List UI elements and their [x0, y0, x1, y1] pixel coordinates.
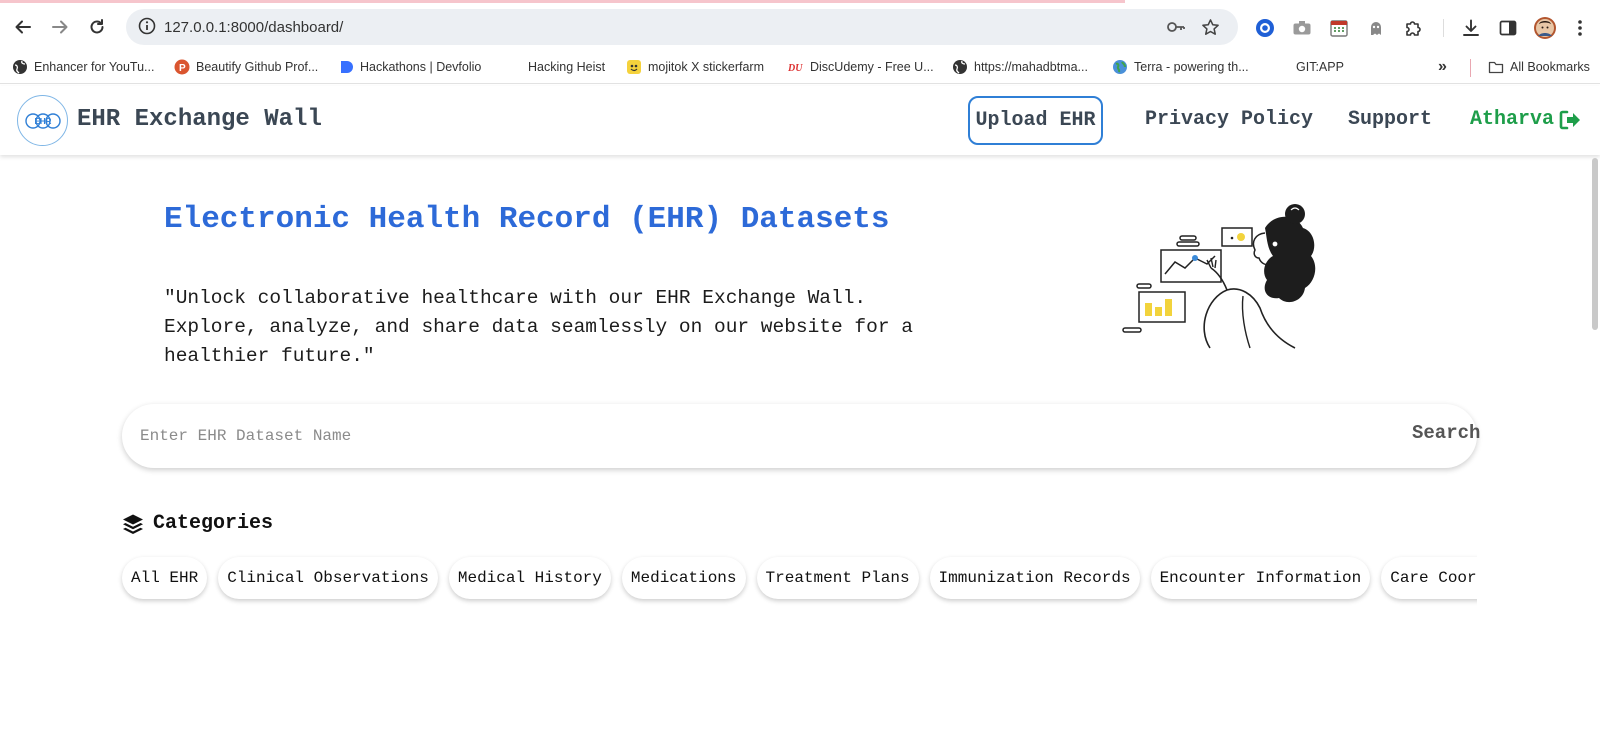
reload-icon[interactable] — [84, 14, 110, 40]
globe-icon — [13, 60, 27, 74]
calendar-extension-icon[interactable] — [1327, 16, 1351, 40]
page-title: Electronic Health Record (EHR) Datasets — [164, 202, 890, 237]
bookmark-item[interactable]: https://mahadbtma... — [952, 56, 1088, 78]
brand-title[interactable]: EHR Exchange Wall — [77, 106, 322, 133]
toolbar-divider — [1443, 19, 1444, 37]
browser-menu-icon[interactable] — [1568, 16, 1592, 40]
category-chip-treatment-plans[interactable]: Treatment Plans — [756, 557, 919, 599]
category-chip-clinical-observations[interactable]: Clinical Observations — [218, 557, 438, 599]
bookmark-item[interactable]: Hacking Heist — [506, 56, 605, 78]
search-button[interactable]: Search — [1412, 422, 1480, 444]
camera-icon[interactable] — [1290, 16, 1314, 40]
all-bookmarks-label: All Bookmarks — [1510, 60, 1590, 74]
category-chip-immunization-records[interactable]: Immunization Records — [929, 557, 1140, 599]
upload-ehr-button[interactable]: Upload EHR — [968, 96, 1103, 145]
logo-text: EHR — [34, 117, 51, 126]
globe-icon — [953, 60, 967, 74]
bookmark-item[interactable]: GIT:APP — [1274, 56, 1344, 78]
ghost-extension-icon[interactable] — [1364, 16, 1388, 40]
mojitok-icon — [627, 60, 641, 74]
user-logout-link[interactable]: Atharva — [1470, 108, 1582, 131]
side-panel-icon[interactable] — [1496, 16, 1520, 40]
category-chip-encounter-information[interactable]: Encounter Information — [1150, 557, 1371, 599]
app-navbar: EHR EHR Exchange Wall Upload EHR Privacy… — [0, 86, 1600, 155]
devfolio-icon — [341, 61, 353, 73]
category-chips-scroller[interactable]: All EHR Clinical Observations Medical Hi… — [116, 552, 1477, 610]
bookmark-label: https://mahadbtma... — [974, 60, 1088, 74]
username: Atharva — [1470, 108, 1555, 131]
extension-circle-icon[interactable] — [1253, 16, 1277, 40]
bookmark-label: Terra - powering th... — [1134, 60, 1249, 74]
bookmark-label: Hackathons | Devfolio — [360, 60, 482, 74]
dataset-search-bar: Search — [122, 404, 1480, 468]
ehr-logo-icon: EHR — [24, 112, 61, 129]
bookmark-label: GIT:APP — [1296, 60, 1344, 74]
all-bookmarks-folder[interactable]: All Bookmarks — [1488, 56, 1590, 78]
bookmark-item[interactable]: DU DiscUdemy - Free U... — [788, 56, 934, 78]
address-bar[interactable]: 127.0.0.1:8000/dashboard/ — [126, 9, 1238, 45]
discudemy-icon: DU — [788, 63, 803, 74]
dataset-search-input[interactable] — [140, 418, 1240, 454]
category-chip-all-ehr[interactable]: All EHR — [122, 557, 208, 599]
data-analyst-illustration — [1122, 204, 1316, 349]
terra-earth-icon — [1113, 60, 1127, 74]
svg-text:P: P — [179, 63, 186, 74]
bookmark-label: mojitok X stickerfarm — [648, 60, 764, 74]
bookmark-label: DiscUdemy - Free U... — [810, 60, 934, 74]
url-text[interactable]: 127.0.0.1:8000/dashboard/ — [164, 19, 343, 36]
bookmark-label: Enhancer for YouTu... — [34, 60, 155, 74]
bookmarks-bar: Enhancer for YouTu... P Beautify Github … — [0, 51, 1600, 84]
layers-icon — [123, 514, 143, 534]
back-arrow-icon[interactable] — [10, 14, 36, 40]
bookmark-label: Hacking Heist — [528, 60, 606, 74]
ehr-logo[interactable]: EHR — [17, 95, 68, 146]
folder-icon — [1488, 61, 1504, 74]
categories-heading-label: Categories — [153, 512, 274, 535]
bookmarks-divider — [1470, 59, 1471, 77]
privacy-policy-link[interactable]: Privacy Policy — [1145, 108, 1313, 131]
forward-arrow-icon[interactable] — [47, 14, 73, 40]
more-bookmarks-chevron-icon[interactable]: » — [1438, 56, 1447, 78]
profile-avatar-icon[interactable] — [1533, 16, 1557, 40]
bookmark-item[interactable]: Terra - powering th... — [1112, 56, 1249, 78]
hero-description: "Unlock collaborative healthcare with ou… — [164, 287, 913, 367]
category-chips: All EHR Clinical Observations Medical Hi… — [122, 557, 1477, 599]
category-chip-medical-history[interactable]: Medical History — [448, 557, 611, 599]
category-chip-medications[interactable]: Medications — [621, 557, 746, 599]
product-hunt-icon: P — [174, 59, 190, 75]
bookmark-label: Beautify Github Prof... — [196, 60, 319, 74]
site-info-icon[interactable] — [138, 17, 156, 40]
bookmark-item[interactable]: Hackathons | Devfolio — [338, 56, 481, 78]
star-icon[interactable] — [1201, 18, 1220, 42]
svg-text:DU: DU — [788, 63, 803, 74]
support-link[interactable]: Support — [1348, 108, 1432, 131]
download-icon[interactable] — [1459, 16, 1483, 40]
key-icon[interactable] — [1166, 18, 1186, 41]
category-chip-care-coordination[interactable]: Care Coordination — [1381, 557, 1477, 599]
bookmark-item[interactable]: Enhancer for YouTu... — [12, 56, 154, 78]
logout-icon — [1559, 110, 1581, 129]
bookmark-item[interactable]: mojitok X stickerfarm — [626, 56, 764, 78]
page-scrollbar-thumb[interactable] — [1592, 158, 1598, 330]
browser-toolbar: 127.0.0.1:8000/dashboard/ — [0, 3, 1600, 49]
puzzle-extensions-icon[interactable] — [1401, 16, 1425, 40]
categories-heading: Categories — [122, 512, 273, 535]
bookmark-item[interactable]: P Beautify Github Prof... — [174, 56, 318, 78]
